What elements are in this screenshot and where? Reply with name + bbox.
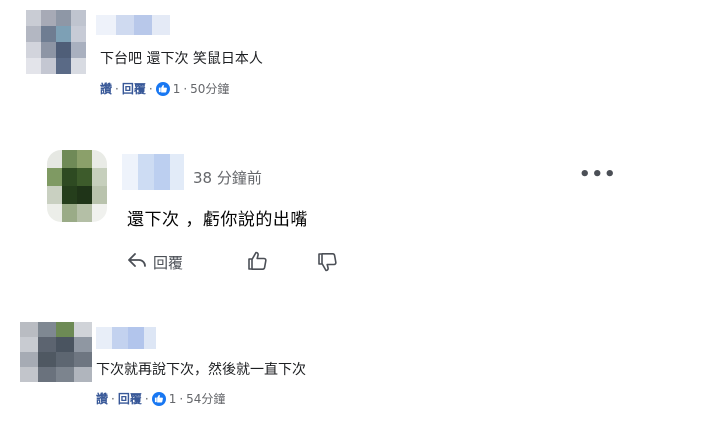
reply-arrow-icon bbox=[127, 251, 147, 273]
separator: · bbox=[115, 81, 119, 96]
like-reaction-icon[interactable] bbox=[151, 391, 166, 406]
commenter-name[interactable] bbox=[96, 327, 156, 349]
commenter-name[interactable] bbox=[96, 15, 170, 35]
like-link[interactable]: 讚 bbox=[100, 80, 112, 97]
reaction-count[interactable]: 1 bbox=[173, 82, 181, 96]
avatar[interactable] bbox=[47, 150, 107, 222]
comment-text: 下台吧 還下次 笑鼠日本人 bbox=[100, 51, 263, 67]
reply-text: 還下次 ，虧你說的出嘴 bbox=[127, 210, 308, 230]
thumbs-up-icon[interactable] bbox=[246, 250, 268, 276]
reply-button[interactable]: 回覆 bbox=[127, 251, 183, 273]
reply-action-row: 回覆 bbox=[127, 251, 183, 273]
comment-text: 下次就再說下次，然後就一直下次 bbox=[96, 362, 306, 378]
timestamp[interactable]: 54分鐘 bbox=[186, 390, 225, 407]
reply-label: 回覆 bbox=[153, 253, 184, 272]
separator: · bbox=[144, 391, 149, 406]
separator: · bbox=[111, 391, 115, 406]
separator: · bbox=[148, 81, 153, 96]
thumbs-down-icon[interactable] bbox=[316, 251, 338, 277]
timestamp[interactable]: 50分鐘 bbox=[190, 80, 229, 97]
avatar[interactable] bbox=[26, 10, 86, 74]
separator: · bbox=[179, 391, 184, 406]
reply-link[interactable]: 回覆 bbox=[118, 390, 142, 407]
like-link[interactable]: 讚 bbox=[96, 390, 108, 407]
more-options-icon[interactable]: ••• bbox=[579, 164, 617, 185]
like-reaction-icon[interactable] bbox=[155, 81, 170, 96]
separator: · bbox=[183, 81, 188, 96]
comment-actions: 讚 · 回覆 · 1 · 54分鐘 bbox=[96, 390, 225, 407]
avatar[interactable] bbox=[20, 322, 92, 382]
replier-name[interactable] bbox=[122, 154, 184, 190]
reaction-count[interactable]: 1 bbox=[169, 392, 177, 406]
timestamp[interactable]: 38 分鐘前 bbox=[193, 167, 262, 188]
comment-actions: 讚 · 回覆 · 1 · 50分鐘 bbox=[100, 80, 229, 97]
reply-link[interactable]: 回覆 bbox=[122, 80, 146, 97]
